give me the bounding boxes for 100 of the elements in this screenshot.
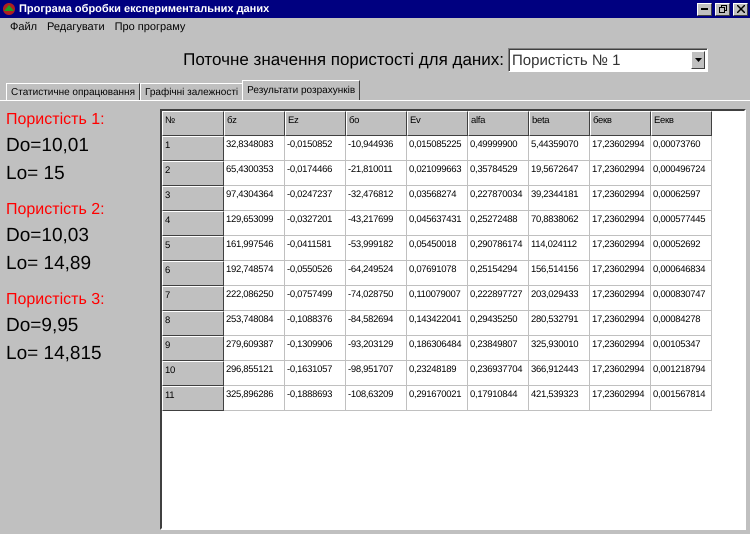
do-value: Do=10,03: [6, 225, 90, 247]
column-header: Еекв: [651, 111, 712, 136]
close-icon: [736, 5, 744, 13]
restore-icon: [718, 5, 726, 13]
column-header: beta: [529, 111, 590, 136]
table-cell: -98,951707: [346, 361, 407, 386]
table-cell: 0,25154294: [468, 261, 529, 286]
table-cell: -0,0411581: [285, 236, 346, 261]
row-header: 4: [162, 211, 224, 236]
window-title: Програма обробки експериментальних даних: [19, 3, 270, 15]
table-cell: 0,000646834: [651, 261, 712, 286]
table-cell: -84,582694: [346, 311, 407, 336]
table-cell: 0,00073760: [651, 136, 712, 161]
table-cell: 280,532791: [529, 311, 590, 336]
table-cell: 0,227870034: [468, 186, 529, 211]
porosity-label: Поточне значення пористості для даних:: [183, 50, 504, 70]
row-header: 1: [162, 136, 224, 161]
table-cell: 114,024112: [529, 236, 590, 261]
do-value: Do=9,95: [6, 315, 80, 337]
table-cell: -108,63209: [346, 386, 407, 411]
table-cell: -21,810011: [346, 161, 407, 186]
table-cell: 421,539323: [529, 386, 590, 411]
porosity-title: Пористість 3:: [6, 291, 106, 309]
table-cell: 0,001567814: [651, 386, 712, 411]
table-cell: 0,236937704: [468, 361, 529, 386]
table-cell: -74,028750: [346, 286, 407, 311]
table-cell: 39,2344181: [529, 186, 590, 211]
table-cell: 0,07691078: [407, 261, 468, 286]
close-button[interactable]: [733, 2, 748, 16]
table-cell: 0,045637431: [407, 211, 468, 236]
dropdown-button[interactable]: [691, 51, 705, 69]
tab[interactable]: Графічні залежності: [140, 83, 244, 100]
table-cell: 296,855121: [224, 361, 285, 386]
table-cell: 0,25272488: [468, 211, 529, 236]
table-cell: -53,999182: [346, 236, 407, 261]
table-cell: -0,0550526: [285, 261, 346, 286]
table-cell: 366,912443: [529, 361, 590, 386]
table-cell: 32,8348083: [224, 136, 285, 161]
table-cell: 253,748084: [224, 311, 285, 336]
table-cell: 0,021099663: [407, 161, 468, 186]
table-cell: 0,00052692: [651, 236, 712, 261]
table-cell: -0,1631057: [285, 361, 346, 386]
column-header: бz: [224, 111, 285, 136]
table-cell: 0,143422041: [407, 311, 468, 336]
table-cell: 65,4300353: [224, 161, 285, 186]
table-cell: 156,514156: [529, 261, 590, 286]
row-header: 11: [162, 386, 224, 411]
column-header: Ev: [407, 111, 468, 136]
table-cell: 17,23602994: [590, 336, 651, 361]
table-cell: 0,17910844: [468, 386, 529, 411]
menu-item[interactable]: Про програму: [114, 21, 186, 33]
table-cell: 325,930010: [529, 336, 590, 361]
table-cell: 0,05450018: [407, 236, 468, 261]
table-cell: 17,23602994: [590, 386, 651, 411]
table-cell: 19,5672647: [529, 161, 590, 186]
table-cell: 0,23248189: [407, 361, 468, 386]
row-header: 10: [162, 361, 224, 386]
porosity-dropdown[interactable]: Пористість № 1: [508, 48, 708, 72]
table-cell: 0,00105347: [651, 336, 712, 361]
minimize-button[interactable]: [697, 2, 712, 16]
table-cell: 0,186306484: [407, 336, 468, 361]
table-cell: -10,944936: [346, 136, 407, 161]
row-header: 8: [162, 311, 224, 336]
table-cell: 70,8838062: [529, 211, 590, 236]
menu-item[interactable]: Редагувати: [47, 21, 105, 33]
table-cell: 0,110079007: [407, 286, 468, 311]
column-header: №: [162, 111, 224, 136]
row-header: 9: [162, 336, 224, 361]
table-cell: 192,748574: [224, 261, 285, 286]
table-cell: 0,49999900: [468, 136, 529, 161]
table-cell: 17,23602994: [590, 186, 651, 211]
table-cell: -64,249524: [346, 261, 407, 286]
tab[interactable]: Результати розрахунків: [242, 80, 360, 100]
table-cell: 0,290786174: [468, 236, 529, 261]
column-header: Ez: [285, 111, 346, 136]
row-header: 5: [162, 236, 224, 261]
table-cell: 0,35784529: [468, 161, 529, 186]
table-cell: 17,23602994: [590, 211, 651, 236]
tab[interactable]: Статистичне опрацювання: [6, 83, 140, 100]
menu-item[interactable]: Файл: [10, 21, 38, 33]
table-cell: 17,23602994: [590, 161, 651, 186]
table-cell: 0,000496724: [651, 161, 712, 186]
lo-value: Lo= 15: [6, 163, 66, 185]
table-cell: 97,4304364: [224, 186, 285, 211]
restore-button[interactable]: [715, 2, 730, 16]
table-cell: 0,00062597: [651, 186, 712, 211]
table-cell: -32,476812: [346, 186, 407, 211]
table-cell: 0,291670021: [407, 386, 468, 411]
porosity-title: Пористість 1:: [6, 111, 106, 129]
do-value: Do=10,01: [6, 135, 90, 157]
table-cell: 5,44359070: [529, 136, 590, 161]
table-cell: 0,000830747: [651, 286, 712, 311]
table-cell: 0,001218794: [651, 361, 712, 386]
row-header: 7: [162, 286, 224, 311]
row-header: 6: [162, 261, 224, 286]
lo-value: Lo= 14,815: [6, 343, 103, 365]
table-cell: 222,086250: [224, 286, 285, 311]
column-header: alfa: [468, 111, 529, 136]
table-cell: 0,015085225: [407, 136, 468, 161]
table-cell: -0,0174466: [285, 161, 346, 186]
